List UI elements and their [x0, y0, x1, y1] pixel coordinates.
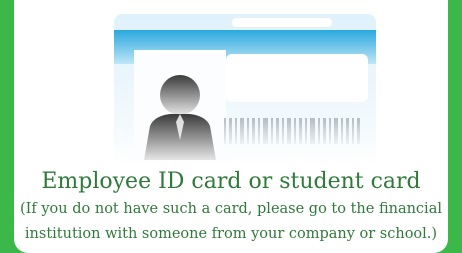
card-note-line1: (If you do not have such a card, please … [20, 201, 442, 217]
caption: Employee ID card or student card (If you… [14, 168, 448, 246]
content-panel: Employee ID card or student card (If you… [14, 0, 448, 253]
id-card-icon [114, 14, 376, 164]
card-note-line2: institution with someone from your compa… [24, 226, 438, 242]
card-title: Employee ID card or student card [41, 169, 421, 194]
